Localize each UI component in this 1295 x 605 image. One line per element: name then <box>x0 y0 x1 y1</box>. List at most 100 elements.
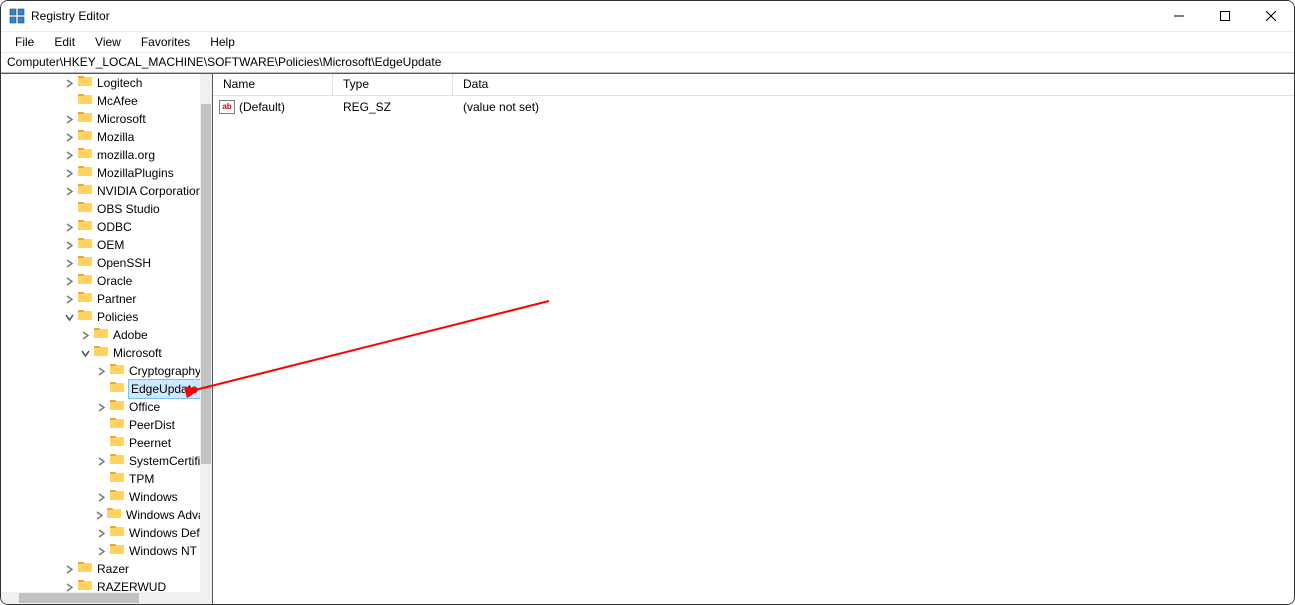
tree-item-oracle[interactable]: Oracle <box>1 272 200 290</box>
menu-view[interactable]: View <box>85 33 131 51</box>
folder-icon <box>77 200 97 219</box>
chevron-right-icon[interactable] <box>95 401 107 413</box>
chevron-right-icon[interactable] <box>63 167 75 179</box>
chevron-right-icon[interactable] <box>63 563 75 575</box>
column-type[interactable]: Type <box>333 74 453 95</box>
window: Registry Editor File Edit View Favorites… <box>0 0 1295 605</box>
tree-item-label: Microsoft <box>113 344 162 362</box>
folder-icon <box>109 524 129 543</box>
chevron-right-icon[interactable] <box>63 149 75 161</box>
value-type: REG_SZ <box>333 100 453 114</box>
chevron-right-icon[interactable] <box>95 455 107 467</box>
chevron-right-icon[interactable] <box>63 77 75 89</box>
tree-vscrollbar[interactable] <box>200 74 212 592</box>
tree-item-mozilla-org[interactable]: mozilla.org <box>1 146 200 164</box>
chevron-down-icon[interactable] <box>79 347 91 359</box>
tree-item-microsoft[interactable]: Microsoft <box>1 110 200 128</box>
tree-item-razerwud[interactable]: RAZERWUD <box>1 578 200 592</box>
tree-item-label: NVIDIA Corporation <box>97 182 200 200</box>
tree-item-label: RAZERWUD <box>97 578 166 592</box>
tree-item-windows-nt[interactable]: Windows NT <box>1 542 200 560</box>
tree-item-label: mozilla.org <box>97 146 155 164</box>
chevron-right-icon[interactable] <box>63 275 75 287</box>
menu-file[interactable]: File <box>5 33 44 51</box>
titlebar: Registry Editor <box>1 1 1294 31</box>
tree-item-label: OpenSSH <box>97 254 151 272</box>
tree-item-mozilla[interactable]: Mozilla <box>1 128 200 146</box>
tree-item-mcafee[interactable]: McAfee <box>1 92 200 110</box>
tree-item-label: EdgeUpdate <box>129 380 200 398</box>
tree-item-odbc[interactable]: ODBC <box>1 218 200 236</box>
tree-item-label: Cryptography <box>129 362 200 380</box>
tree-item-label: PeerDist <box>129 416 175 434</box>
minimize-button[interactable] <box>1156 1 1202 31</box>
chevron-right-icon[interactable] <box>63 581 75 592</box>
tree-item-logitech[interactable]: Logitech <box>1 74 200 92</box>
maximize-button[interactable] <box>1202 1 1248 31</box>
expander-empty <box>95 437 107 449</box>
folder-icon <box>77 110 97 129</box>
folder-icon <box>77 560 97 579</box>
tree-item-microsoft[interactable]: Microsoft <box>1 344 200 362</box>
tree-item-office[interactable]: Office <box>1 398 200 416</box>
tree-item-label: TPM <box>129 470 154 488</box>
folder-icon <box>77 578 97 593</box>
tree-item-tpm[interactable]: TPM <box>1 470 200 488</box>
chevron-right-icon[interactable] <box>63 239 75 251</box>
column-data[interactable]: Data <box>453 74 1294 95</box>
chevron-right-icon[interactable] <box>63 131 75 143</box>
tree-item-windows-advanced-threat-protection[interactable]: Windows Advanced Threat Protection <box>1 506 200 524</box>
chevron-right-icon[interactable] <box>63 293 75 305</box>
chevron-right-icon[interactable] <box>63 185 75 197</box>
tree-item-cryptography[interactable]: Cryptography <box>1 362 200 380</box>
menu-edit[interactable]: Edit <box>44 33 85 51</box>
chevron-right-icon[interactable] <box>95 545 107 557</box>
tree-item-windows[interactable]: Windows <box>1 488 200 506</box>
tree-hscrollbar[interactable] <box>1 592 200 604</box>
chevron-right-icon[interactable] <box>95 509 104 521</box>
tree-item-razer[interactable]: Razer <box>1 560 200 578</box>
tree[interactable]: LogitechMcAfeeMicrosoftMozillamozilla.or… <box>1 74 200 592</box>
tree-item-label: Logitech <box>97 74 142 92</box>
chevron-right-icon[interactable] <box>63 221 75 233</box>
chevron-right-icon[interactable] <box>95 527 107 539</box>
chevron-down-icon[interactable] <box>63 311 75 323</box>
chevron-right-icon[interactable] <box>95 365 107 377</box>
folder-icon <box>77 182 97 201</box>
tree-item-label: Policies <box>97 308 138 326</box>
tree-item-openssh[interactable]: OpenSSH <box>1 254 200 272</box>
folder-icon <box>77 92 97 111</box>
folder-icon <box>109 542 129 561</box>
tree-item-peernet[interactable]: Peernet <box>1 434 200 452</box>
chevron-right-icon[interactable] <box>63 257 75 269</box>
tree-item-systemcertificates[interactable]: SystemCertificates <box>1 452 200 470</box>
menu-favorites[interactable]: Favorites <box>131 33 200 51</box>
menu-help[interactable]: Help <box>200 33 245 51</box>
values-rows[interactable]: ab(Default)REG_SZ(value not set) <box>213 96 1294 604</box>
tree-item-edgeupdate[interactable]: EdgeUpdate <box>1 380 200 398</box>
tree-item-peerdist[interactable]: PeerDist <box>1 416 200 434</box>
value-name: ab(Default) <box>213 100 333 114</box>
tree-item-adobe[interactable]: Adobe <box>1 326 200 344</box>
tree-item-policies[interactable]: Policies <box>1 308 200 326</box>
chevron-right-icon[interactable] <box>95 491 107 503</box>
values-header: Name Type Data <box>213 74 1294 96</box>
tree-item-windows-defender[interactable]: Windows Defender <box>1 524 200 542</box>
value-row[interactable]: ab(Default)REG_SZ(value not set) <box>213 96 1294 118</box>
tree-item-label: Partner <box>97 290 136 308</box>
tree-item-label: OEM <box>97 236 124 254</box>
tree-item-nvidia-corporation[interactable]: NVIDIA Corporation <box>1 182 200 200</box>
address-bar[interactable]: Computer\HKEY_LOCAL_MACHINE\SOFTWARE\Pol… <box>1 53 1294 73</box>
body: LogitechMcAfeeMicrosoftMozillamozilla.or… <box>1 73 1294 604</box>
chevron-right-icon[interactable] <box>63 113 75 125</box>
tree-item-mozillaplugins[interactable]: MozillaPlugins <box>1 164 200 182</box>
folder-icon <box>106 506 126 525</box>
close-button[interactable] <box>1248 1 1294 31</box>
tree-item-label: Microsoft <box>97 110 146 128</box>
tree-item-obs-studio[interactable]: OBS Studio <box>1 200 200 218</box>
tree-item-oem[interactable]: OEM <box>1 236 200 254</box>
tree-item-partner[interactable]: Partner <box>1 290 200 308</box>
chevron-right-icon[interactable] <box>79 329 91 341</box>
column-name[interactable]: Name <box>213 74 333 95</box>
tree-item-label: Windows <box>129 488 178 506</box>
